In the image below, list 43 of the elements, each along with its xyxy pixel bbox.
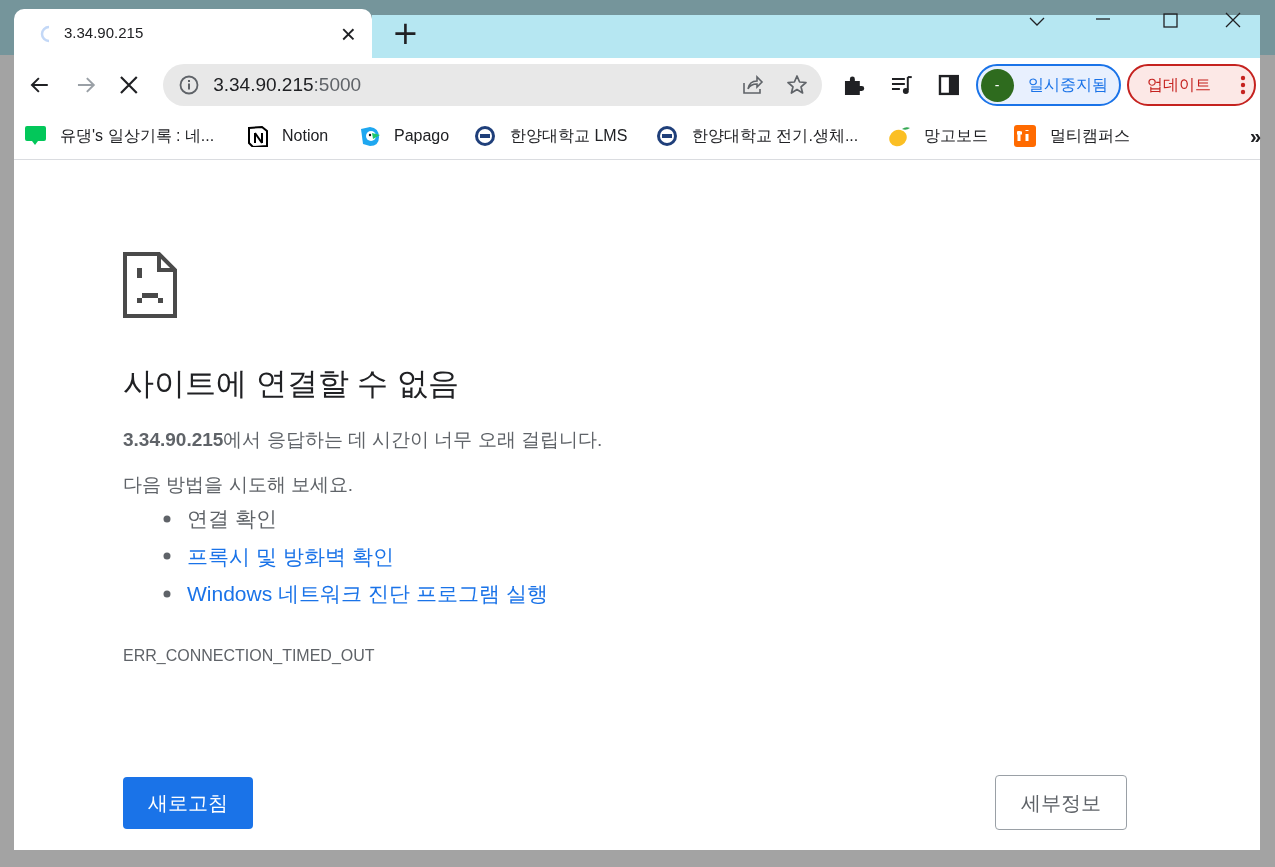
ti-logo-icon <box>1014 124 1036 147</box>
update-button[interactable]: 업데이트 <box>1127 64 1256 106</box>
playlist-icon[interactable] <box>890 73 914 97</box>
tab-title: 3.34.90.215 <box>64 23 145 44</box>
share-icon[interactable] <box>740 73 765 97</box>
university-seal-icon <box>474 124 496 147</box>
bullet-icon <box>163 552 171 561</box>
university-seal-icon <box>656 124 678 147</box>
bookmark-item[interactable]: 유댕's 일상기록 : 네... <box>20 123 242 148</box>
star-icon[interactable] <box>786 74 809 96</box>
sad-page-icon <box>123 252 177 318</box>
bookmark-item[interactable]: 한양대학교 LMS <box>470 123 652 148</box>
blog-icon <box>24 124 46 147</box>
error-title: 사이트에 연결할 수 없음 <box>123 365 460 403</box>
reload-button[interactable]: 새로고침 <box>123 776 253 829</box>
suggestion-heading: 다음 방법을 시도해 보세요. <box>123 472 355 497</box>
side-panel-icon[interactable] <box>937 74 960 96</box>
bullet-icon <box>163 514 171 523</box>
more-icon <box>1239 75 1246 95</box>
parrot-icon <box>358 124 380 147</box>
error-message: 3.34.90.215에서 응답하는 데 시간이 너무 오래 걸립니다. <box>123 428 604 452</box>
more-bookmarks-button[interactable]: » <box>1250 120 1262 151</box>
address-bar[interactable]: 3.34.90.215:5000 <box>163 64 823 106</box>
browser-tab[interactable]: 3.34.90.215 × <box>14 9 372 58</box>
mango-icon <box>888 124 910 147</box>
error-code: ERR_CONNECTION_TIMED_OUT <box>123 645 376 666</box>
suggestion-text: 연결 확인 <box>187 506 277 532</box>
bookmark-item[interactable]: Notion <box>242 123 354 148</box>
bookmark-item[interactable]: Papago <box>354 123 470 148</box>
bookmark-item[interactable]: 한양대학교 전기.생체... <box>652 123 884 148</box>
avatar-icon: - <box>980 68 1014 102</box>
details-button[interactable]: 세부정보 <box>995 775 1127 830</box>
bookmark-item[interactable]: 멀티캠퍼스 <box>1010 123 1250 148</box>
info-icon <box>179 75 200 95</box>
bullet-icon <box>163 589 171 598</box>
suggestion-link[interactable]: Windows 네트워크 진단 프로그램 실행 <box>187 578 548 610</box>
new-tab-button[interactable]: + <box>392 17 419 49</box>
profile-button[interactable]: - 일시중지됨 <box>975 64 1122 106</box>
close-tab-button[interactable]: × <box>340 20 356 47</box>
notion-icon <box>246 124 268 147</box>
address-text: 3.34.90.215:5000 <box>213 72 363 97</box>
bookmark-item[interactable]: 망고보드 <box>884 123 1010 148</box>
suggestion-link[interactable]: 프록시 및 방화벽 확인 <box>187 540 394 572</box>
